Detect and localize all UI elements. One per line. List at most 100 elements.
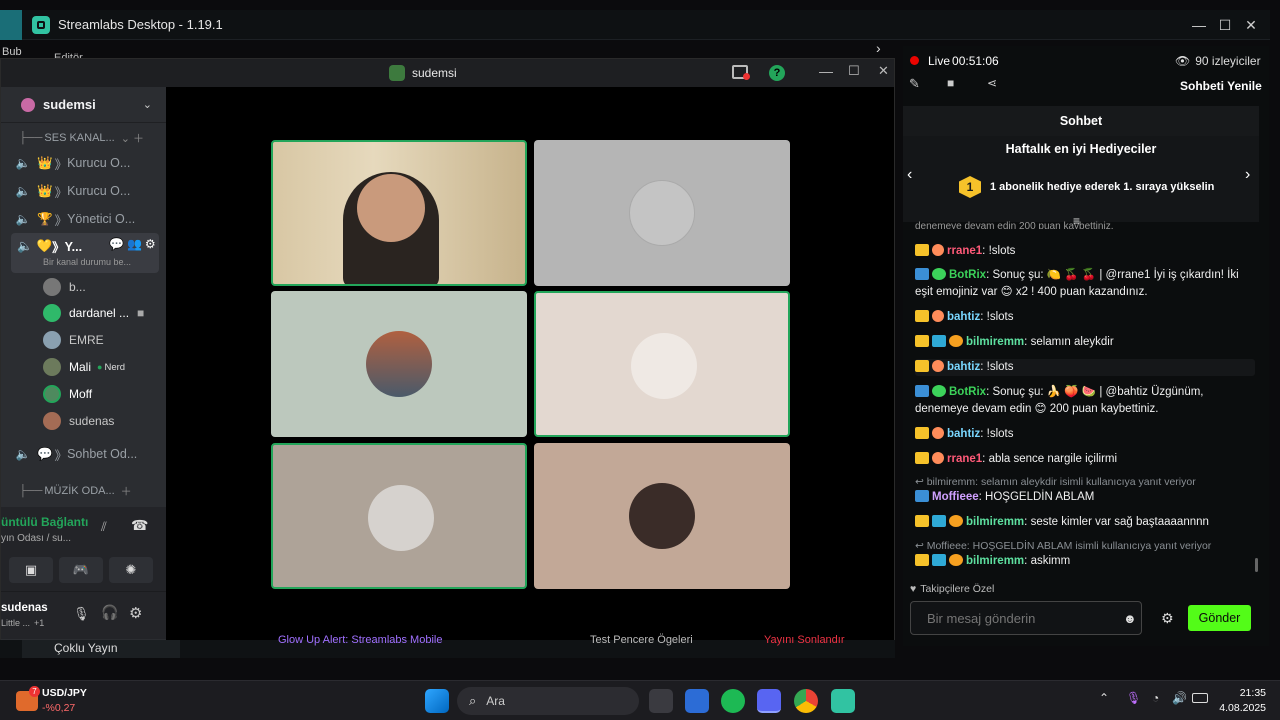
help-icon[interactable]: ? — [769, 65, 785, 81]
server-header[interactable]: sudemsi ⌄ — [1, 87, 166, 123]
windows-start-icon[interactable] — [425, 689, 449, 713]
taskbar-search[interactable]: ⌕ Ara — [457, 687, 639, 715]
discord-maximize-icon[interactable]: ☐ — [848, 63, 860, 79]
channel-kurucu-1[interactable]: 🔈 👑 》 Kurucu O... — [15, 150, 163, 176]
video-tile-camera[interactable] — [271, 140, 527, 286]
chat-settings-icon[interactable]: ⚙ — [1161, 610, 1174, 627]
next-arrow-icon[interactable]: › — [1245, 166, 1250, 184]
chevron-right-icon[interactable]: › — [876, 40, 881, 56]
avatar — [43, 412, 61, 430]
streamlabs-icon[interactable] — [831, 689, 855, 713]
chat-message: bahtiz: !slots — [915, 359, 1255, 376]
tray-chevron-icon[interactable]: ⌃ — [1099, 691, 1109, 705]
emoji-icon[interactable]: ☻ — [1123, 611, 1137, 626]
crown-badge-icon — [915, 452, 929, 464]
home-icon — [21, 97, 35, 112]
discord-icon[interactable] — [757, 689, 781, 713]
task-view-icon[interactable] — [649, 689, 673, 713]
app-title: Streamlabs Desktop - 1.19.1 — [58, 17, 223, 32]
hand-badge-icon — [932, 427, 944, 439]
live-dot-icon — [910, 56, 919, 65]
ticker-change: -%0,27 — [42, 702, 76, 714]
chrome-icon[interactable] — [794, 689, 818, 713]
end-stream-label[interactable]: Yayını Sonlandır — [764, 634, 845, 646]
member-item[interactable]: Mali ● Nerd — [43, 355, 161, 379]
volume-icon[interactable]: 🔊 — [1172, 691, 1187, 705]
ticker-alert: Glow Up Alert: Streamlabs Mobile — [278, 634, 443, 646]
streamlabs-logo-icon — [32, 15, 50, 34]
prev-arrow-icon[interactable]: ‹ — [907, 166, 912, 184]
wifi-icon[interactable]: ◔ — [1152, 691, 1159, 705]
member-item[interactable]: Moff — [43, 382, 161, 406]
chat-scrollbar[interactable] — [1255, 558, 1258, 572]
chat-message: bilmiremm: seste kimler var sağ baştaaaa… — [915, 514, 1255, 531]
channel-actions-icon[interactable]: 💬👥⚙ — [109, 237, 159, 251]
video-tile-user[interactable] — [271, 291, 527, 437]
screen-share-button[interactable]: ▣ — [9, 557, 53, 583]
chat-message: rrane1: !slots — [915, 243, 1255, 260]
notification-dot — [743, 73, 750, 80]
close-icon[interactable]: ✕ — [1238, 10, 1264, 40]
disconnect-icon[interactable]: ☎ — [131, 517, 148, 534]
avatar — [43, 304, 61, 322]
server-name: sudemsi — [43, 97, 96, 112]
video-tile-user[interactable] — [271, 443, 527, 589]
share-icon[interactable]: ⋖ — [987, 76, 997, 90]
channel-sohbet[interactable]: 🔈 💬 》 Sohbet Od... — [15, 441, 163, 467]
camera-icon[interactable]: ■ — [947, 76, 954, 90]
user-panel: sudenas Little ... +1 🎙 🎧 ⚙ — [1, 591, 166, 639]
channel-kurucu-2[interactable]: 🔈 👑 》 Kurucu O... — [15, 178, 163, 204]
mic-tray-icon[interactable]: 🎙 — [1126, 691, 1141, 705]
chat-message-input[interactable] — [910, 601, 1142, 635]
settings-gear-icon[interactable]: ⚙ — [129, 604, 142, 622]
channel-yonetici[interactable]: 🔈 🏆 》 Yönetici O... — [15, 206, 163, 232]
member-item[interactable]: sudenas — [43, 409, 161, 433]
streamlabs-titlebar: Streamlabs Desktop - 1.19.1 — ☐ ✕ — [22, 10, 1270, 40]
live-time: 00:51:06 — [952, 54, 999, 68]
edit-icon[interactable]: ✎ — [909, 76, 920, 92]
battery-icon[interactable] — [1192, 693, 1208, 703]
discord-close-icon[interactable]: ✕ — [878, 63, 889, 79]
send-button[interactable]: Gönder — [1188, 605, 1251, 631]
discord-minimize-icon[interactable]: — — [819, 63, 833, 79]
minimize-icon[interactable]: — — [1186, 10, 1212, 40]
clock-time[interactable]: 21:35 — [1218, 687, 1266, 699]
active-voice-channel[interactable]: 🔈 💛 》 Y... 💬👥⚙ Bir kanal durumu be... — [11, 233, 159, 273]
speaker-icon: 🔈 — [15, 184, 31, 198]
video-tile-user[interactable] — [534, 140, 790, 286]
noise-suppress-icon[interactable]: ⫽ — [101, 519, 107, 535]
maximize-icon[interactable]: ☐ — [1212, 10, 1238, 40]
spotify-icon[interactable] — [721, 689, 745, 713]
video-tile-user[interactable] — [534, 291, 790, 437]
microphone-icon[interactable]: 🎙 — [73, 606, 90, 622]
clock-date[interactable]: 4.08.2025 — [1210, 702, 1266, 714]
member-item[interactable]: b... — [43, 275, 161, 299]
member-item[interactable]: dardanel ... ■ — [43, 301, 161, 325]
video-tile-user[interactable] — [534, 443, 790, 589]
rank-badge: 1 — [959, 176, 981, 198]
nerd-tag-icon: ● — [97, 362, 103, 372]
gift-badge-icon — [949, 554, 963, 566]
user-avatar — [629, 180, 695, 246]
category-muzik-oda[interactable]: ├── MÜZİK ODA... ＋ — [19, 478, 167, 504]
chat-message: BotRix: Sonuç şu: 🍌 🍑 🍉 | @bahtiz Üzgünü… — [915, 385, 1204, 415]
ticker-badge: 7 — [29, 686, 40, 697]
crown-badge-icon — [915, 244, 929, 256]
discord-titlebar: sudemsi ? — ☐ ✕ — [1, 59, 894, 87]
chat-message: rrane1: abla sence nargile içilirmi — [915, 451, 1255, 468]
windows-taskbar: 7 USD/JPY -%0,27 ⌕ Ara ⌃ 🎙 ◔ 🔊 21:35 4.0… — [0, 680, 1280, 720]
voice-status: üntülü Bağlantı — [1, 515, 89, 529]
headphones-icon[interactable]: 🎧 — [101, 604, 118, 621]
tab-chat[interactable]: Sohbet — [903, 106, 1259, 136]
voice-sub: yın Odası / su... — [1, 533, 72, 544]
category-ses-kanal[interactable]: ├── SES KANAL... ⌄ ＋ — [19, 125, 167, 151]
soundboard-button[interactable]: ✺ — [109, 557, 153, 583]
member-item[interactable]: EMRE — [43, 328, 161, 352]
mod-badge-icon — [915, 268, 929, 280]
speaker-icon: 🔈 — [17, 239, 33, 253]
app-icon[interactable] — [685, 689, 709, 713]
refresh-chat-button[interactable]: Sohbeti Yenile — [1180, 79, 1262, 93]
discord-window-title: sudemsi — [412, 66, 457, 80]
self-extra: +1 — [34, 618, 45, 628]
activity-button[interactable]: 🎮 — [59, 557, 103, 583]
